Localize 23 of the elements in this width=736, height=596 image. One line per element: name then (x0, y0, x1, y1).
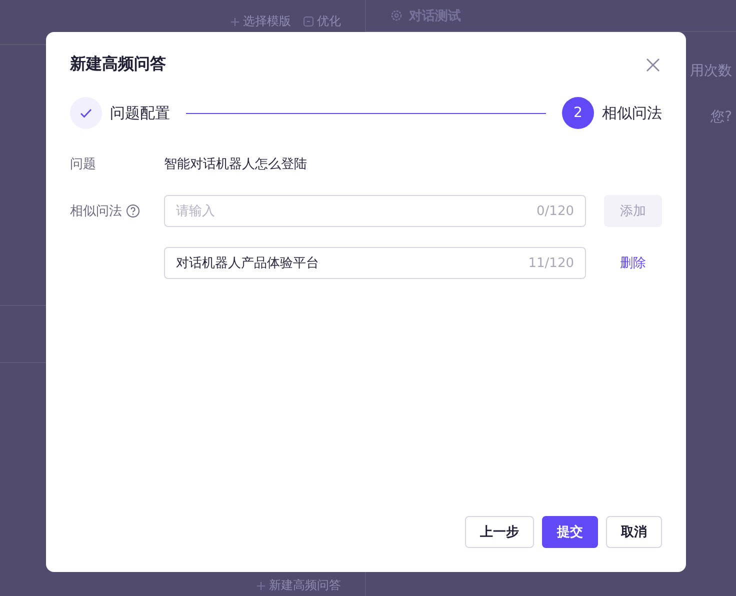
close-button[interactable] (644, 56, 662, 74)
plus-icon (230, 16, 240, 26)
dialog-button[interactable]: 上一步 (465, 516, 534, 548)
field-label: 相似问法 (70, 203, 122, 220)
chat-text: 您? (710, 108, 732, 126)
text-input[interactable]: 对话机器人产品体验平台 (176, 256, 528, 270)
dialog-button[interactable]: 提交 (542, 516, 598, 548)
input-field[interactable]: 对话机器人产品体验平台 11/120 (164, 247, 586, 279)
plus-icon (256, 580, 266, 590)
dialog-button[interactable]: 取消 (606, 516, 662, 548)
delete-link[interactable]: 删除 (604, 254, 662, 272)
step-label: 相似问法 (602, 104, 662, 122)
step-marker: 2 (562, 97, 594, 129)
field-label: 问题 (70, 156, 96, 173)
help-icon[interactable] (126, 204, 140, 218)
column-text: 用次数 (690, 62, 732, 80)
question-text: 智能对话机器人怎么登陆 (164, 156, 307, 173)
text-input[interactable]: 请输入 (176, 204, 537, 218)
gear-icon (390, 9, 403, 22)
step-label: 问题配置 (110, 104, 170, 122)
char-counter: 11/120 (528, 256, 574, 270)
char-counter: 0/120 (536, 204, 574, 218)
dialog-title: 新建高频问答 (70, 54, 166, 75)
